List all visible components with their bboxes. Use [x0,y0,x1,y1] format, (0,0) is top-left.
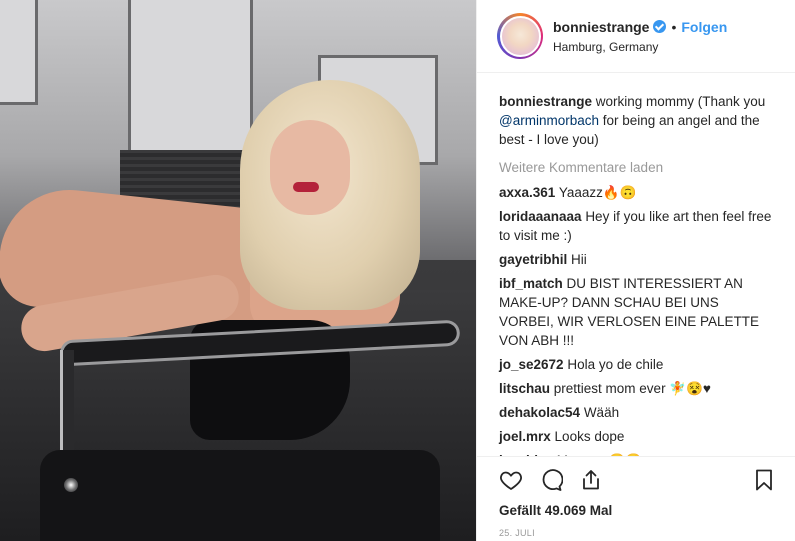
separator-dot: • [671,18,677,35]
comment-row: litschau prettiest mom ever 🧚😵♥ [499,379,776,398]
follow-button[interactable]: Folgen [681,19,727,35]
comment-text: Yaaazz🔥🙃 [558,185,637,200]
post-side-panel: bonniestrange • Folgen Hamburg, Germany … [476,0,795,541]
bookmark-icon[interactable] [752,468,776,492]
post-caption: bonniestrange working mommy (Thank you @… [499,92,776,149]
comment-username[interactable]: joel.mrx [499,429,551,444]
username-row: bonniestrange • Folgen [553,19,727,35]
instagram-post: bonniestrange • Folgen Hamburg, Germany … [0,0,795,541]
header-text: bonniestrange • Folgen Hamburg, Germany [553,19,727,54]
comment-list: axxa.361 Yaaazz🔥🙃 loridaaanaaa Hey if you… [499,183,776,456]
comment-row: dehakolac54 Wääh [499,403,776,422]
caption-mention-link[interactable]: @arminmorbach [499,113,599,128]
comments-section[interactable]: bonniestrange working mommy (Thank you @… [477,74,795,456]
photo-cabinet-middle [128,0,253,160]
comment-bubble-icon[interactable] [539,468,563,492]
share-icon[interactable] [579,468,603,492]
comment-text: Wääh [583,405,620,420]
post-date[interactable]: 25. JULI [499,528,776,538]
comment-username[interactable]: litschau [499,381,550,396]
comment-row: loridaaanaaa Hey if you like art then fe… [499,207,776,245]
caption-username[interactable]: bonniestrange [499,94,592,109]
heart-icon[interactable] [499,468,523,492]
comment-username[interactable]: dehakolac54 [499,405,580,420]
comment-text: Hola yo de chile [567,357,664,372]
photo-lips [293,182,319,192]
comment-username[interactable]: loridaaanaaa [499,209,582,224]
comment-text: Looks dope [554,429,625,444]
post-header: bonniestrange • Folgen Hamburg, Germany [477,0,795,73]
post-photo[interactable] [0,0,476,541]
photo-chair-seat [40,450,440,541]
comment-text: Hii [571,252,587,267]
comment-username[interactable]: gayetribhil [499,252,567,267]
likes-count[interactable]: Gefällt 49.069 Mal [499,503,776,518]
photo-cabinet-left [0,0,38,105]
comment-text: prettiest mom ever 🧚😵♥ [553,381,711,396]
comment-row: joel.mrx Looks dope [499,427,776,446]
photo-flash-glint [64,478,78,492]
avatar[interactable] [499,15,541,57]
verified-badge-icon [653,20,667,33]
location-link[interactable]: Hamburg, Germany [553,40,727,54]
load-more-comments-button[interactable]: Weitere Kommentare laden [499,160,776,175]
comment-row: ibf_match DU BIST INTERESSIERT AN MAKE-U… [499,274,776,350]
comment-row: axxa.361 Yaaazz🔥🙃 [499,183,776,202]
comment-username[interactable]: ibf_match [499,276,563,291]
avatar-story-ring[interactable] [497,13,543,59]
action-icons-row [499,457,776,503]
username-link[interactable]: bonniestrange [553,19,649,35]
post-actions: Gefällt 49.069 Mal 25. JULI [477,456,795,541]
comment-username[interactable]: jo_se2672 [499,357,564,372]
comment-username[interactable]: axxa.361 [499,185,555,200]
photo-face [270,120,350,215]
comment-row: jo_se2672 Hola yo de chile [499,355,776,374]
caption-text-before: working mommy (Thank you [592,94,766,109]
comment-row: gayetribhil Hii [499,250,776,269]
